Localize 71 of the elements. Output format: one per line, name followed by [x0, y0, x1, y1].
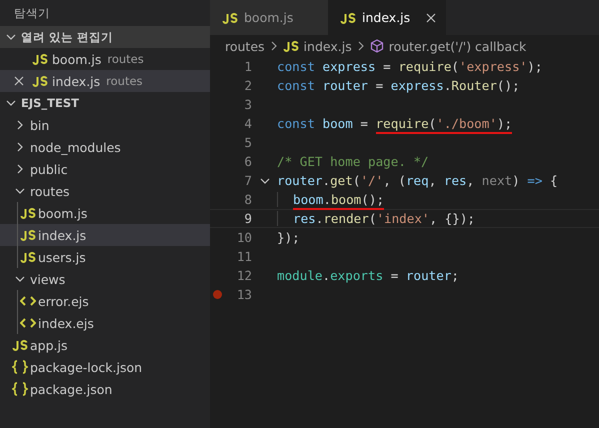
- code-line: const express = require('express');: [277, 59, 542, 74]
- line-number: 1: [243, 59, 252, 74]
- code-line: const router = express.Router();: [277, 78, 520, 93]
- chevron-right-icon: [270, 41, 278, 51]
- close-icon[interactable]: [14, 76, 24, 86]
- file-tree-item[interactable]: node_modules: [0, 136, 210, 158]
- line-number: 5: [243, 135, 252, 150]
- close-icon[interactable]: [426, 12, 436, 22]
- code-line: module.exports = router;: [277, 268, 460, 283]
- line-number: 6: [243, 154, 252, 169]
- code-brackets-icon: [20, 317, 36, 329]
- code-line: res.render('index', {});: [277, 211, 476, 226]
- breakpoint-dot[interactable]: [212, 290, 222, 299]
- file-tree-item[interactable]: package-lock.json: [0, 356, 210, 378]
- file-tree-item[interactable]: index.ejs: [0, 312, 210, 334]
- editor-tab[interactable]: boom.js: [210, 0, 328, 35]
- line-number: 10: [236, 230, 252, 245]
- chevron-right-icon[interactable]: [15, 120, 25, 130]
- file-tree-item[interactable]: app.js: [0, 334, 210, 356]
- chevron-right-icon[interactable]: [15, 164, 25, 174]
- js-icon: [32, 53, 48, 65]
- js-icon: [340, 12, 356, 24]
- file-tree-item[interactable]: public: [0, 158, 210, 180]
- chevron-down-icon[interactable]: [15, 186, 25, 196]
- line-number: 9: [243, 211, 252, 226]
- js-icon: [222, 12, 238, 24]
- code-brackets-icon: [20, 295, 36, 307]
- code-line: /* GET home page. */: [277, 154, 429, 169]
- breadcrumb-item[interactable]: router.get('/') callback: [388, 38, 526, 54]
- js-icon: [12, 339, 28, 351]
- file-tree-item[interactable]: users.js: [0, 246, 210, 268]
- file-tree-item[interactable]: routes: [0, 180, 210, 202]
- chevron-down-icon[interactable]: [6, 32, 16, 42]
- chevron-right-icon: [356, 41, 365, 51]
- section-header[interactable]: 열려 있는 편집기: [0, 26, 210, 48]
- sidebar-title: 탐색기: [13, 5, 51, 22]
- breadcrumb-item[interactable]: routes: [225, 38, 265, 54]
- chevron-down-icon[interactable]: [260, 176, 270, 186]
- line-number: 2: [243, 78, 252, 93]
- js-icon: [20, 207, 36, 219]
- code-line: const boom = require('./boom');: [277, 116, 512, 131]
- file-tree-item[interactable]: views: [0, 268, 210, 290]
- line-number: 4: [243, 116, 252, 131]
- file-tree-item[interactable]: boom.js: [0, 202, 210, 224]
- line-number: 8: [243, 192, 252, 207]
- js-icon: [20, 229, 36, 241]
- chevron-down-icon[interactable]: [6, 98, 16, 108]
- code-line: boom.boom();: [277, 192, 384, 207]
- chevron-down-icon[interactable]: [15, 274, 25, 284]
- open-editor-item[interactable]: boom.js routes: [0, 48, 210, 70]
- line-number: 11: [236, 249, 252, 264]
- line-number: 13: [236, 287, 252, 302]
- code-line: router.get('/', (req, res, next) => {: [277, 173, 558, 188]
- file-tree-item[interactable]: error.ejs: [0, 290, 210, 312]
- open-editor-item[interactable]: index.js routes: [0, 70, 210, 92]
- chevron-right-icon[interactable]: [15, 142, 25, 152]
- js-icon: [282, 40, 299, 52]
- js-icon: [20, 251, 36, 263]
- line-number: 12: [236, 268, 252, 283]
- breadcrumb-item[interactable]: index.js: [304, 38, 352, 54]
- cube-icon: [370, 39, 384, 53]
- js-icon: [32, 75, 48, 87]
- code-line: });: [277, 230, 300, 245]
- editor-tab[interactable]: index.js: [328, 0, 446, 35]
- file-tree-item[interactable]: bin: [0, 114, 210, 136]
- file-tree-item[interactable]: package.json: [0, 378, 210, 400]
- line-number: 7: [243, 173, 252, 188]
- line-number: 3: [243, 97, 252, 112]
- curly-braces-icon: [12, 360, 28, 374]
- curly-braces-icon: [12, 382, 28, 396]
- file-tree-item[interactable]: index.js: [0, 224, 210, 246]
